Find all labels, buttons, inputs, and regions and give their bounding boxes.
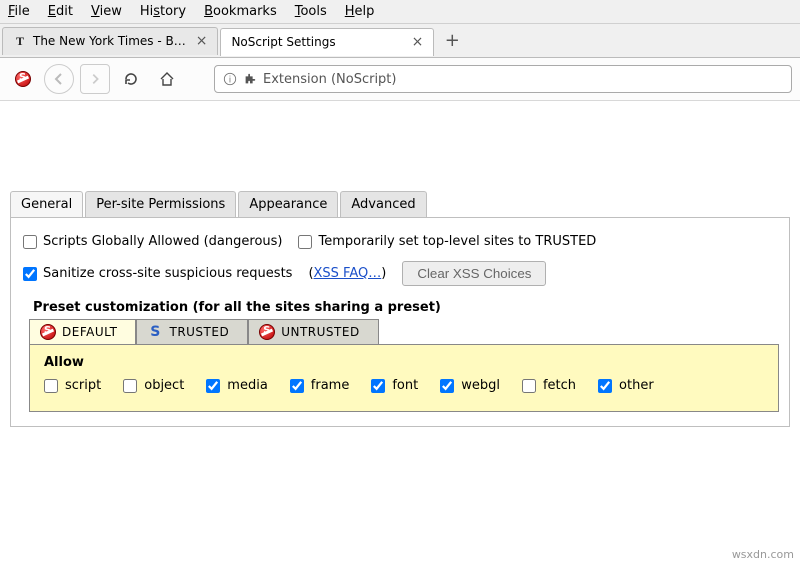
perm-media[interactable]: media (206, 378, 268, 393)
clear-xss-button[interactable]: Clear XSS Choices (402, 261, 546, 286)
url-text: Extension (NoScript) (263, 72, 396, 87)
menu-bookmarks[interactable]: Bookmarks (204, 4, 277, 19)
general-panel: Scripts Globally Allowed (dangerous) Tem… (10, 217, 790, 427)
tab-strip: T The New York Times - B… × NoScript Set… (0, 24, 800, 58)
tab-title: The New York Times - B… (33, 34, 186, 48)
menu-edit[interactable]: Edit (48, 4, 73, 19)
tab-per-site[interactable]: Per-site Permissions (85, 191, 236, 217)
watermark: wsxdn.com (732, 548, 794, 561)
url-bar[interactable]: i Extension (NoScript) (214, 65, 792, 93)
menu-tools[interactable]: Tools (295, 4, 327, 19)
noscript-toolbar-icon[interactable] (8, 64, 38, 94)
nav-toolbar: i Extension (NoScript) (0, 58, 800, 101)
preset-tab-untrusted[interactable]: UNTRUSTED (248, 319, 378, 344)
trusted-icon: S (147, 324, 163, 340)
svg-text:i: i (229, 76, 231, 86)
settings-content: General Per-site Permissions Appearance … (0, 191, 800, 427)
reload-button[interactable] (116, 64, 146, 94)
perm-fetch[interactable]: fetch (522, 378, 576, 393)
sanitize-checkbox[interactable]: Sanitize cross-site suspicious requests (23, 266, 292, 281)
forward-button[interactable] (80, 64, 110, 94)
extension-icon (243, 72, 257, 86)
menubar: File Edit View History Bookmarks Tools H… (0, 0, 800, 24)
tab-nytimes[interactable]: T The New York Times - B… × (2, 27, 218, 55)
nyt-favicon-icon: T (13, 34, 27, 48)
xss-faq-link[interactable]: XSS FAQ… (314, 266, 382, 281)
info-icon: i (223, 72, 237, 86)
perm-other[interactable]: other (598, 378, 654, 393)
untrusted-icon (259, 324, 275, 340)
home-button[interactable] (152, 64, 182, 94)
default-icon (40, 324, 56, 340)
preset-tabs: DEFAULT S TRUSTED UNTRUSTED (29, 319, 779, 345)
menu-history[interactable]: History (140, 4, 186, 19)
perm-object[interactable]: object (123, 378, 184, 393)
back-button[interactable] (44, 64, 74, 94)
close-icon[interactable]: × (412, 34, 424, 50)
preset-body: Allow script object media frame font web… (29, 345, 779, 412)
preset-tab-default[interactable]: DEFAULT (29, 319, 136, 344)
tab-advanced[interactable]: Advanced (340, 191, 426, 217)
menu-file[interactable]: File (8, 4, 30, 19)
perm-font[interactable]: font (371, 378, 418, 393)
tab-appearance[interactable]: Appearance (238, 191, 338, 217)
tab-title: NoScript Settings (231, 35, 335, 49)
perm-webgl[interactable]: webgl (440, 378, 500, 393)
menu-help[interactable]: Help (345, 4, 375, 19)
perm-script[interactable]: script (44, 378, 101, 393)
menu-view[interactable]: View (91, 4, 122, 19)
temp-trusted-checkbox[interactable]: Temporarily set top-level sites to TRUST… (298, 234, 596, 249)
tab-noscript-settings[interactable]: NoScript Settings × (220, 28, 434, 56)
preset-heading: Preset customization (for all the sites … (21, 292, 779, 319)
close-icon[interactable]: × (196, 33, 208, 49)
scripts-global-checkbox[interactable]: Scripts Globally Allowed (dangerous) (23, 234, 282, 249)
settings-tab-row: General Per-site Permissions Appearance … (10, 191, 790, 217)
perm-frame[interactable]: frame (290, 378, 350, 393)
xss-faq-wrap: (XSS FAQ…) (308, 266, 386, 281)
preset-tab-trusted[interactable]: S TRUSTED (136, 319, 248, 344)
noscript-icon (15, 71, 31, 87)
allow-label: Allow (44, 355, 766, 370)
tab-general[interactable]: General (10, 191, 83, 217)
new-tab-button[interactable]: + (436, 30, 468, 51)
